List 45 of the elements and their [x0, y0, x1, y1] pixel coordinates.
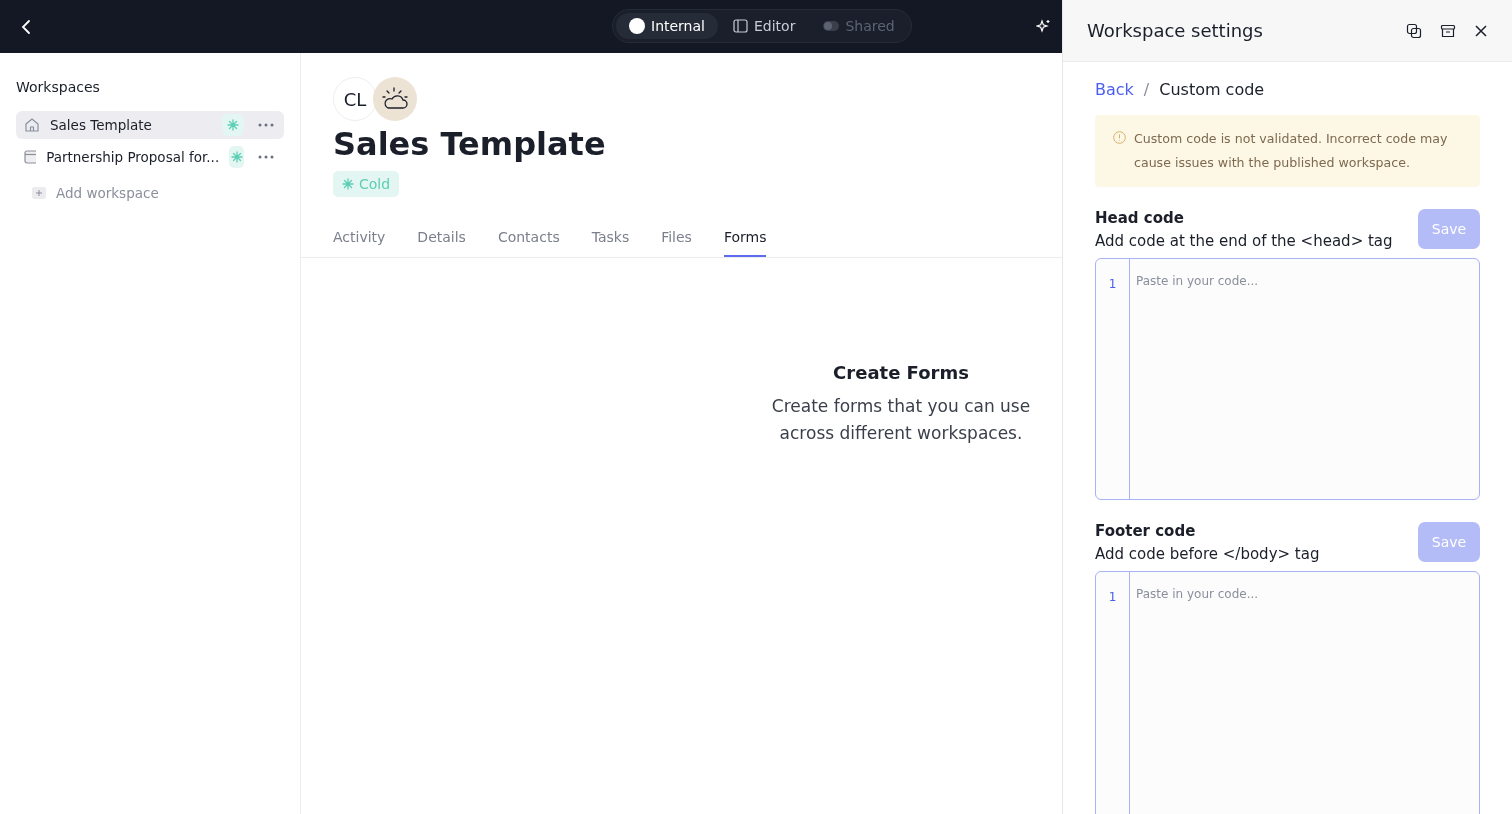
toggle-icon — [823, 20, 840, 32]
warning-icon — [1113, 131, 1126, 144]
snowflake-icon — [342, 178, 354, 190]
workspace-title: Sales Template — [333, 125, 607, 163]
breadcrumb-current: Custom code — [1159, 80, 1265, 99]
back-link[interactable]: Back — [1095, 80, 1134, 99]
snowflake-icon — [227, 119, 239, 131]
home-icon — [24, 117, 40, 133]
tab[interactable]: Contacts — [497, 229, 560, 257]
line-number: 1 — [1108, 590, 1117, 604]
workspace-item[interactable]: Partnership Proposal for... — [16, 143, 284, 171]
line-number: 1 — [1108, 277, 1117, 291]
sun-cloud-icon — [380, 86, 410, 112]
tab[interactable]: Details — [417, 229, 466, 257]
add-workspace-label: Add workspace — [56, 185, 159, 201]
circle-icon — [629, 18, 645, 34]
mode-tab[interactable]: Editor — [719, 13, 809, 39]
empty-state-title: Create Forms — [832, 362, 970, 383]
window-icon — [24, 150, 37, 164]
archive-icon[interactable] — [1440, 23, 1456, 38]
sparkle-icon[interactable] — [1036, 19, 1051, 34]
chevron-left-icon — [20, 18, 32, 35]
copy-icon[interactable] — [1406, 22, 1422, 39]
warning-text: Custom code is not validated. Incorrect code may cause issues with the published workspace. — [1134, 130, 1449, 172]
sidebar-title: Workspaces — [16, 79, 101, 95]
sidebar-panel-icon — [732, 19, 748, 33]
close-icon[interactable] — [1474, 23, 1488, 38]
tab[interactable]: Files — [661, 229, 692, 257]
add-workspace-button[interactable]: Add workspace — [16, 179, 284, 207]
avatar: CL — [333, 77, 377, 121]
plus-icon — [32, 187, 46, 199]
tab[interactable]: Activity — [333, 229, 386, 257]
empty-state-text: Create forms that you can use across different workspaces. — [770, 395, 1032, 445]
tag-label: Cold — [359, 176, 391, 192]
mode-tab[interactable]: Internal — [616, 13, 718, 39]
section-title: Head code — [1095, 209, 1185, 227]
panel-title: Workspace settings — [1087, 20, 1264, 41]
workspace-item[interactable]: Sales Template — [16, 111, 284, 139]
tab[interactable]: Forms — [723, 229, 767, 257]
snowflake-icon — [230, 151, 243, 163]
section-title: Footer code — [1095, 522, 1197, 540]
section-description: Add code before </body> tag — [1095, 545, 1321, 563]
section-description: Add code at the end of the <head> tag — [1095, 232, 1394, 250]
tab[interactable]: Tasks — [591, 229, 630, 257]
breadcrumb-separator: / — [1143, 80, 1150, 99]
